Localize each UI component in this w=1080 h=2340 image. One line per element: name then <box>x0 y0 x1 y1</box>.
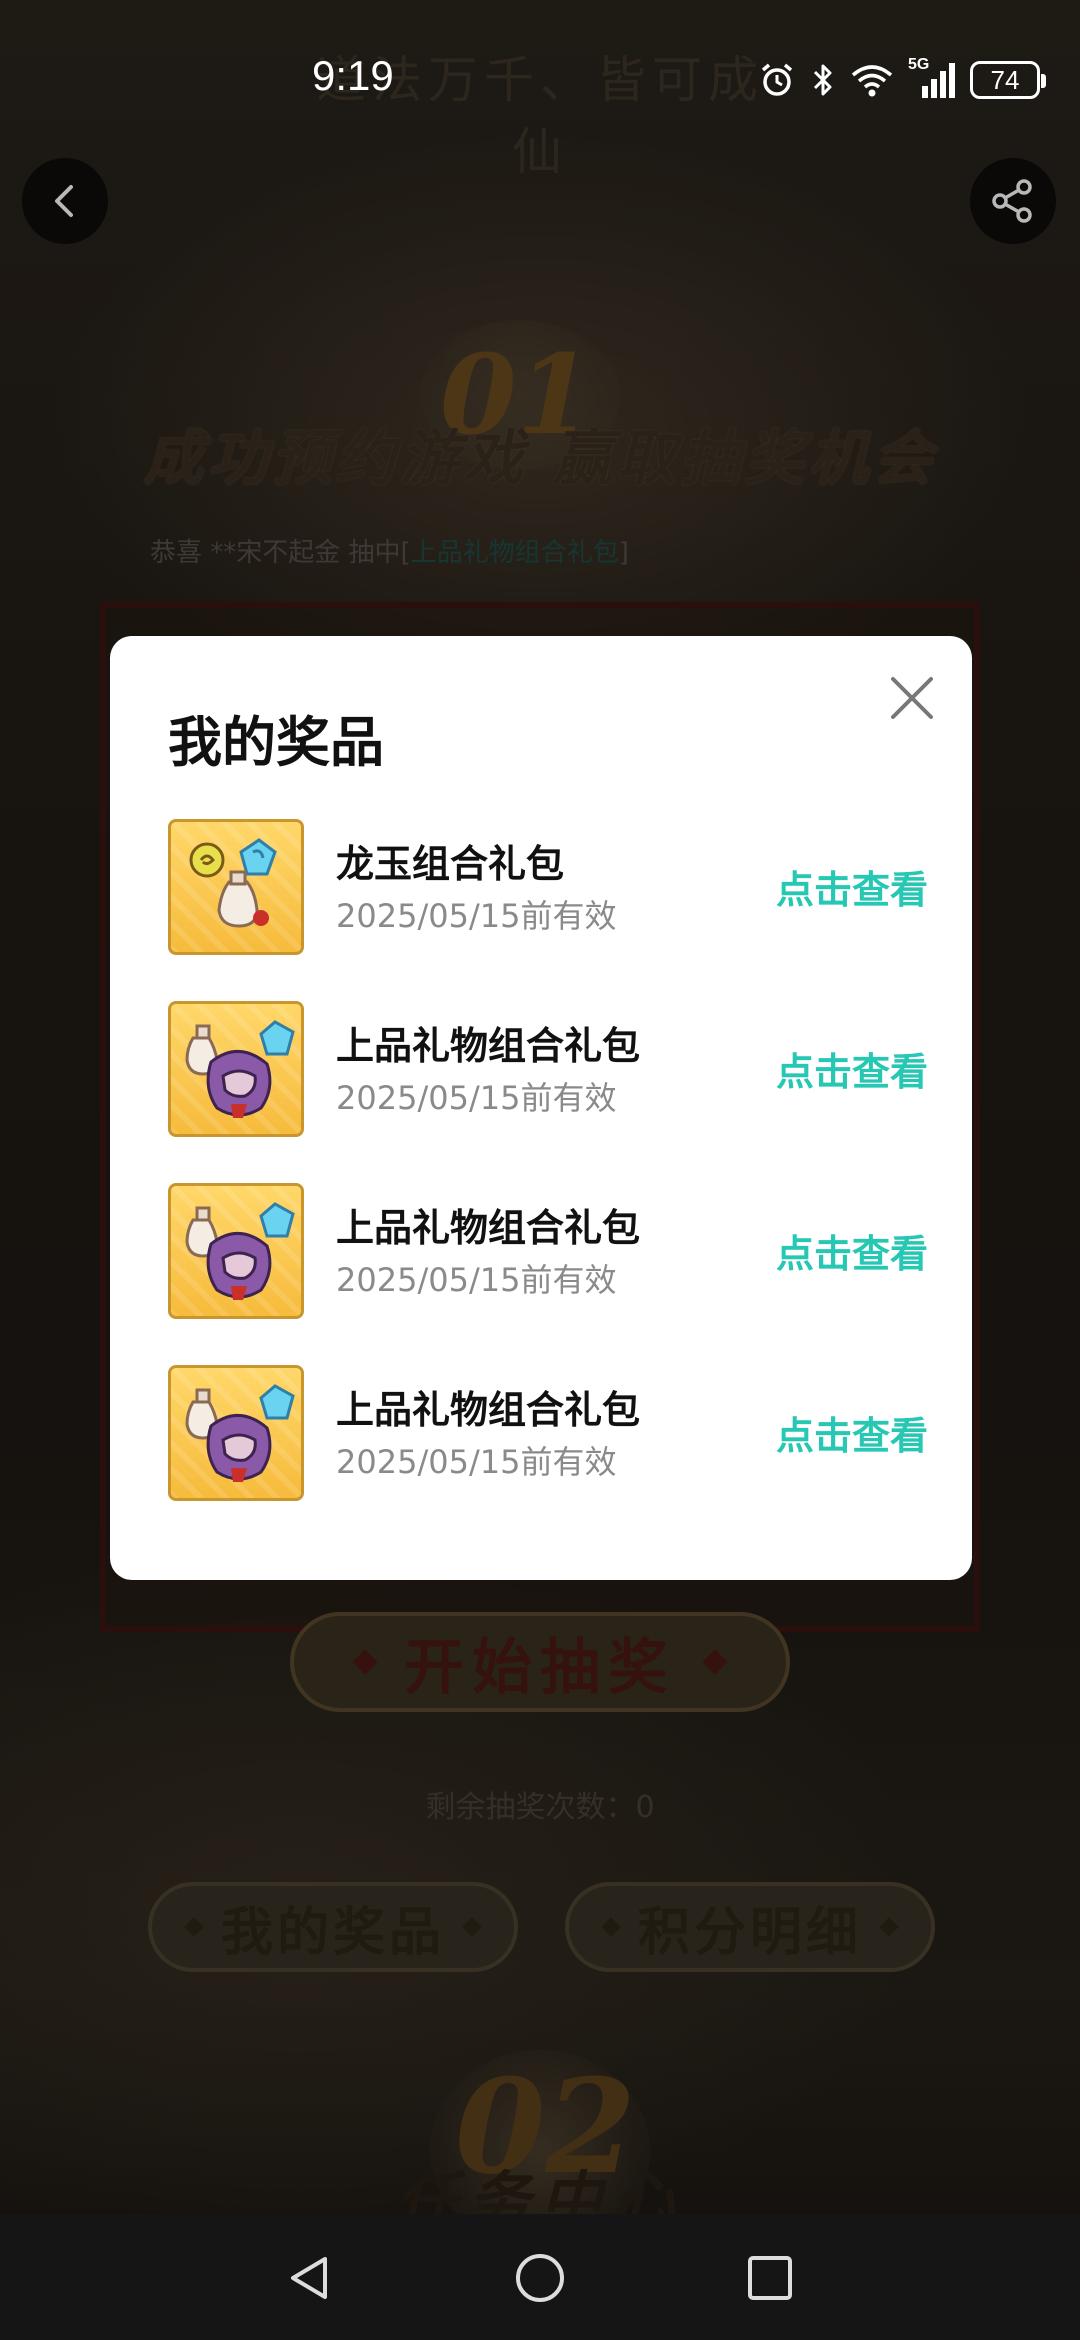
close-icon <box>891 677 933 719</box>
alarm-icon <box>761 63 793 96</box>
status-icons: 5G 74 <box>758 56 1046 104</box>
wifi-icon <box>851 65 893 97</box>
status-bar: 9:19 5G 74 <box>0 0 1080 160</box>
nav-home-button[interactable] <box>510 2248 570 2308</box>
prize-thumbnail <box>168 819 304 955</box>
cellular-signal-icon: 5G <box>908 56 956 100</box>
view-prize-link[interactable]: 点击查看 <box>776 1041 928 1096</box>
bluetooth-icon <box>813 64 832 96</box>
prize-item: 上品礼物组合礼包 2025/05/15前有效 点击查看 <box>168 1365 928 1547</box>
premium-gift-icon <box>185 1020 295 1118</box>
navigation-bar <box>0 2214 1080 2340</box>
nav-back-button[interactable] <box>280 2248 340 2308</box>
prize-item: 上品礼物组合礼包 2025/05/15前有效 点击查看 <box>168 1001 928 1183</box>
my-prizes-modal: 我的奖品 龙玉组合礼包 2025/05/15前有效 点击查看 上品礼物组合礼包 … <box>110 636 972 1580</box>
prize-name: 上品礼物组合礼包 <box>336 1206 641 1250</box>
premium-gift-icon <box>185 1202 295 1300</box>
prize-thumbnail <box>168 1365 304 1501</box>
prize-validity: 2025/05/15前有效 <box>336 897 617 935</box>
nav-recents-button[interactable] <box>740 2248 800 2308</box>
square-recents-icon <box>748 2256 792 2300</box>
prize-validity: 2025/05/15前有效 <box>336 1443 617 1481</box>
prize-thumbnail <box>168 1001 304 1137</box>
view-prize-link[interactable]: 点击查看 <box>776 1405 928 1460</box>
triangle-back-icon <box>291 2257 327 2299</box>
app-screen: 道法万千、皆可成仙 01 成功预约游戏 赢取抽奖机会 恭喜 **宋不起金 抽中[… <box>0 0 1080 2340</box>
view-prize-link[interactable]: 点击查看 <box>776 1223 928 1278</box>
modal-title: 我的奖品 <box>168 711 384 774</box>
status-time: 9:19 <box>312 52 394 99</box>
premium-gift-icon <box>185 1384 295 1482</box>
dragon-jade-gift-icon <box>189 838 277 928</box>
prize-validity: 2025/05/15前有效 <box>336 1261 617 1299</box>
prize-thumbnail <box>168 1183 304 1319</box>
close-button[interactable] <box>882 668 942 728</box>
prize-validity: 2025/05/15前有效 <box>336 1079 617 1117</box>
prize-item: 上品礼物组合礼包 2025/05/15前有效 点击查看 <box>168 1183 928 1365</box>
view-prize-link[interactable]: 点击查看 <box>776 859 928 914</box>
prize-item: 龙玉组合礼包 2025/05/15前有效 点击查看 <box>168 819 928 1001</box>
prize-name: 龙玉组合礼包 <box>336 842 565 886</box>
prize-name: 上品礼物组合礼包 <box>336 1024 641 1068</box>
battery-indicator: 74 <box>970 61 1046 99</box>
prize-list: 龙玉组合礼包 2025/05/15前有效 点击查看 上品礼物组合礼包 2025/… <box>168 819 928 1547</box>
prize-name: 上品礼物组合礼包 <box>336 1388 641 1432</box>
circle-home-icon <box>516 2254 564 2302</box>
